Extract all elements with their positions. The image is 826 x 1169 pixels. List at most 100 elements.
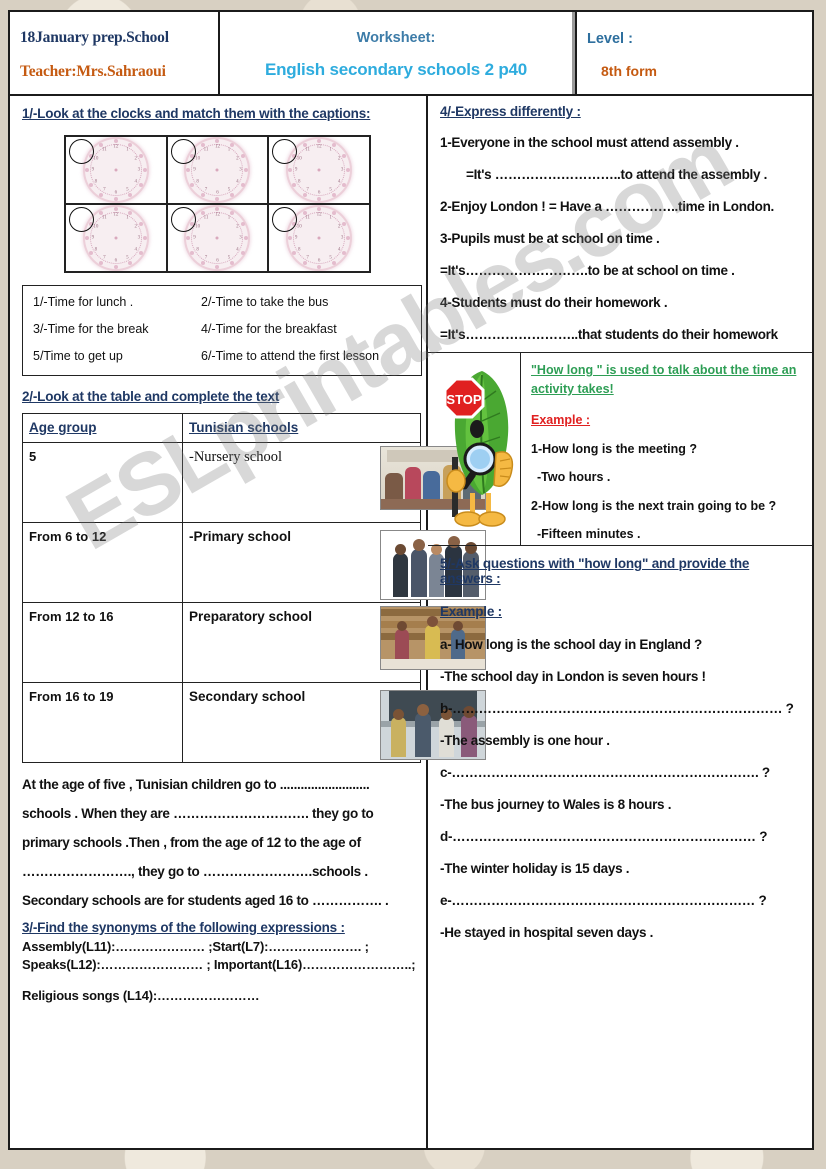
table-row: From 12 to 16 Preparatory school [22, 602, 486, 683]
school-name: 18January prep.School [20, 29, 169, 46]
exercise-5-block: 5/-Ask questions with "how long" and pro… [428, 546, 812, 940]
clock-cell[interactable]: 12 1 2 3 4 5 6 7 8 9 10 11 [65, 204, 167, 272]
exercise-1-title: 1/-Look at the clocks and match them wit… [22, 106, 371, 121]
school-cell: -Primary school [182, 522, 486, 603]
level-label: Level : [587, 31, 633, 47]
column-header-age-group: Age group [29, 420, 97, 435]
clock-cell[interactable]: 12 1 2 3 4 5 6 7 8 9 10 11 [65, 136, 167, 204]
left-column: 1/-Look at the clocks and match them wit… [10, 96, 486, 1148]
how-long-example-label: Example : [531, 412, 591, 427]
caption-row: 5/Time to get up 6/-Time to attend the fi… [33, 349, 411, 363]
worksheet-body: 1/-Look at the clocks and match them wit… [10, 96, 812, 1148]
synonym-line: Religious songs (L14):…………………… [22, 988, 260, 1003]
paragraph-line: At the age of five , Tunisian children g… [22, 777, 370, 792]
worksheet-label: Worksheet: [356, 30, 436, 46]
exercise-5-line: e-…………………………………………………………… ? [440, 893, 767, 908]
age-cell: From 16 to 19 [22, 682, 183, 763]
caption-row: 3/-Time for the break 4/-Time for the bre… [33, 322, 411, 336]
answer-circle[interactable] [170, 207, 196, 232]
column-header-tunisian-schools: Tunisian schools [189, 420, 299, 435]
clock-face-icon: 12 1 2 3 4 5 6 7 8 9 10 11 [186, 139, 249, 201]
exercise-4-item: =It's……………………..that students do their ho… [440, 327, 778, 342]
clock-face-icon: 12 1 2 3 4 5 6 7 8 9 10 11 [186, 207, 249, 269]
exercise-4-item: 3-Pupils must be at school on time . [440, 231, 660, 246]
how-long-text: "How long " is used to talk about the ti… [521, 353, 812, 545]
exercise-2-title: 2/-Look at the table and complete the te… [22, 389, 280, 404]
school-value: Secondary school [189, 689, 306, 704]
exercise-4-item: 4-Students must do their homework . [440, 295, 668, 310]
answer-circle[interactable] [170, 139, 196, 164]
paragraph-line: ……………………., they go to …………………….schools . [22, 864, 368, 879]
paragraph-line: Secondary schools are for students aged … [22, 893, 389, 908]
exercise-5-line: -The school day in London is seven hours… [440, 669, 706, 684]
teacher-name: Teacher:Mrs.Sahraoui [20, 63, 166, 80]
gap-fill-paragraph: At the age of five , Tunisian children g… [22, 777, 416, 908]
age-value: From 12 to 16 [29, 609, 114, 624]
exercise-4-title: 4/-Express differently : [440, 104, 581, 119]
exercise-5-line: -The winter holiday is 15 days . [440, 861, 630, 876]
exercise-4-item: =It's……………………….to be at school on time . [440, 263, 735, 278]
worksheet-page: 18January prep.School Teacher:Mrs.Sahrao… [8, 10, 814, 1150]
table-row: 5 -Nursery school [22, 442, 486, 523]
exercise-4-block: 4/-Express differently : 1-Everyone in t… [428, 96, 812, 342]
how-long-question-2: 2-How long is the next train going to be… [531, 498, 777, 513]
exercise-5-line: -The assembly is one hour . [440, 733, 610, 748]
level-value: 8th form [601, 63, 657, 79]
exercise-5-line: a- How long is the school day in England… [440, 637, 702, 652]
answer-circle[interactable] [69, 139, 94, 164]
clock-face-icon: 12 1 2 3 4 5 6 7 8 9 10 11 [288, 207, 351, 269]
table-row: From 6 to 12 -Primary school [22, 522, 486, 603]
caption-item: 2/-Time to take the bus [201, 295, 329, 309]
worksheet-header: 18January prep.School Teacher:Mrs.Sahrao… [10, 12, 812, 96]
caption-row: 1/-Time for lunch . 2/-Time to take the b… [33, 295, 411, 309]
school-value: -Primary school [189, 529, 292, 544]
school-cell: Secondary school [182, 682, 486, 763]
table-header-cell-schools: Tunisian schools [182, 413, 421, 443]
exercise-5-example-label: Example : [440, 604, 502, 619]
school-cell: -Nursery school [182, 442, 486, 523]
paragraph-line: primary schools .Then , from the age of … [22, 835, 361, 850]
exercise-4-item: 2-Enjoy London ! = Have a ……………..time in… [440, 199, 774, 214]
header-level-cell: Level : 8th form [575, 12, 812, 94]
schools-table: Age group Tunisian schools 5 -Nursery sc… [22, 413, 486, 763]
mascot-cell: STOP [428, 353, 521, 545]
exercise-5-line: d-…………………………………………………………… ? [440, 829, 768, 844]
stop-sign-leaf-character-icon: STOP [443, 371, 514, 527]
exercise-5-line: b-………………………………………………………………… ? [440, 701, 794, 716]
clock-face-icon: 12 1 2 3 4 5 6 7 8 9 10 11 [84, 207, 147, 269]
clock-matching-grid: 12 1 2 3 4 5 6 7 8 9 10 11 12 1 2 3 4 5 6 7 8 9 10 11 12 1 2 3 4 5 6 7 8… [64, 135, 371, 273]
exercise-5-lines: a- How long is the school day in England… [440, 637, 800, 940]
caption-item: 3/-Time for the break [33, 322, 149, 336]
clock-cell[interactable]: 12 1 2 3 4 5 6 7 8 9 10 11 [268, 204, 370, 272]
age-value: 5 [29, 449, 37, 464]
caption-item: 5/Time to get up [33, 349, 123, 363]
header-worksheet-cell: Worksheet: English secondary schools 2 p… [220, 12, 575, 94]
table-header-row: Age group Tunisian schools [22, 413, 421, 443]
exercise-5-line: c-……………………………………………………………. ? [440, 765, 770, 780]
answer-circle[interactable] [69, 207, 94, 232]
svg-text:STOP: STOP [446, 392, 481, 407]
exercise-4-item: 1-Everyone in the school must attend ass… [440, 135, 739, 150]
school-value: -Nursery school [189, 449, 283, 465]
clock-cell[interactable]: 12 1 2 3 4 5 6 7 8 9 10 11 [166, 204, 269, 272]
synonym-line: Assembly(L11):………………… ;Start(L7):…………………… [22, 939, 369, 954]
synonyms-lines: Assembly(L11):………………… ;Start(L7):…………………… [22, 939, 416, 1003]
caption-item: 4/-Time for the breakfast [201, 322, 337, 336]
clock-cell[interactable]: 12 1 2 3 4 5 6 7 8 9 10 11 [166, 136, 269, 204]
age-cell: 5 [22, 442, 183, 523]
caption-item: 1/-Time for lunch . [33, 295, 134, 309]
exercise-5-line: -He stayed in hospital seven days . [440, 925, 654, 940]
how-long-answer-2: -Fifteen minutes . [537, 526, 641, 541]
right-column: 4/-Express differently : 1-Everyone in t… [428, 96, 812, 1148]
how-long-rule: "How long " is used to talk about the ti… [531, 363, 797, 397]
exercise-4-item: =It's ………………………..to attend the assembly … [466, 167, 768, 182]
clock-face-icon: 12 1 2 3 4 5 6 7 8 9 10 11 [288, 139, 351, 201]
table-row: From 16 to 19 Secondary school [22, 682, 486, 763]
synonym-line: Speaks(L12):…………………… ; Important(L16)………… [22, 957, 416, 972]
clock-face-icon: 12 1 2 3 4 5 6 7 8 9 10 11 [84, 139, 147, 201]
how-long-answer-1: -Two hours . [537, 469, 611, 484]
age-value: From 6 to 12 [29, 529, 107, 544]
worksheet-title: English secondary schools 2 p40 [264, 60, 528, 79]
clock-cell[interactable]: 12 1 2 3 4 5 6 7 8 9 10 11 [268, 136, 370, 204]
header-school-cell: 18January prep.School Teacher:Mrs.Sahrao… [10, 12, 220, 94]
